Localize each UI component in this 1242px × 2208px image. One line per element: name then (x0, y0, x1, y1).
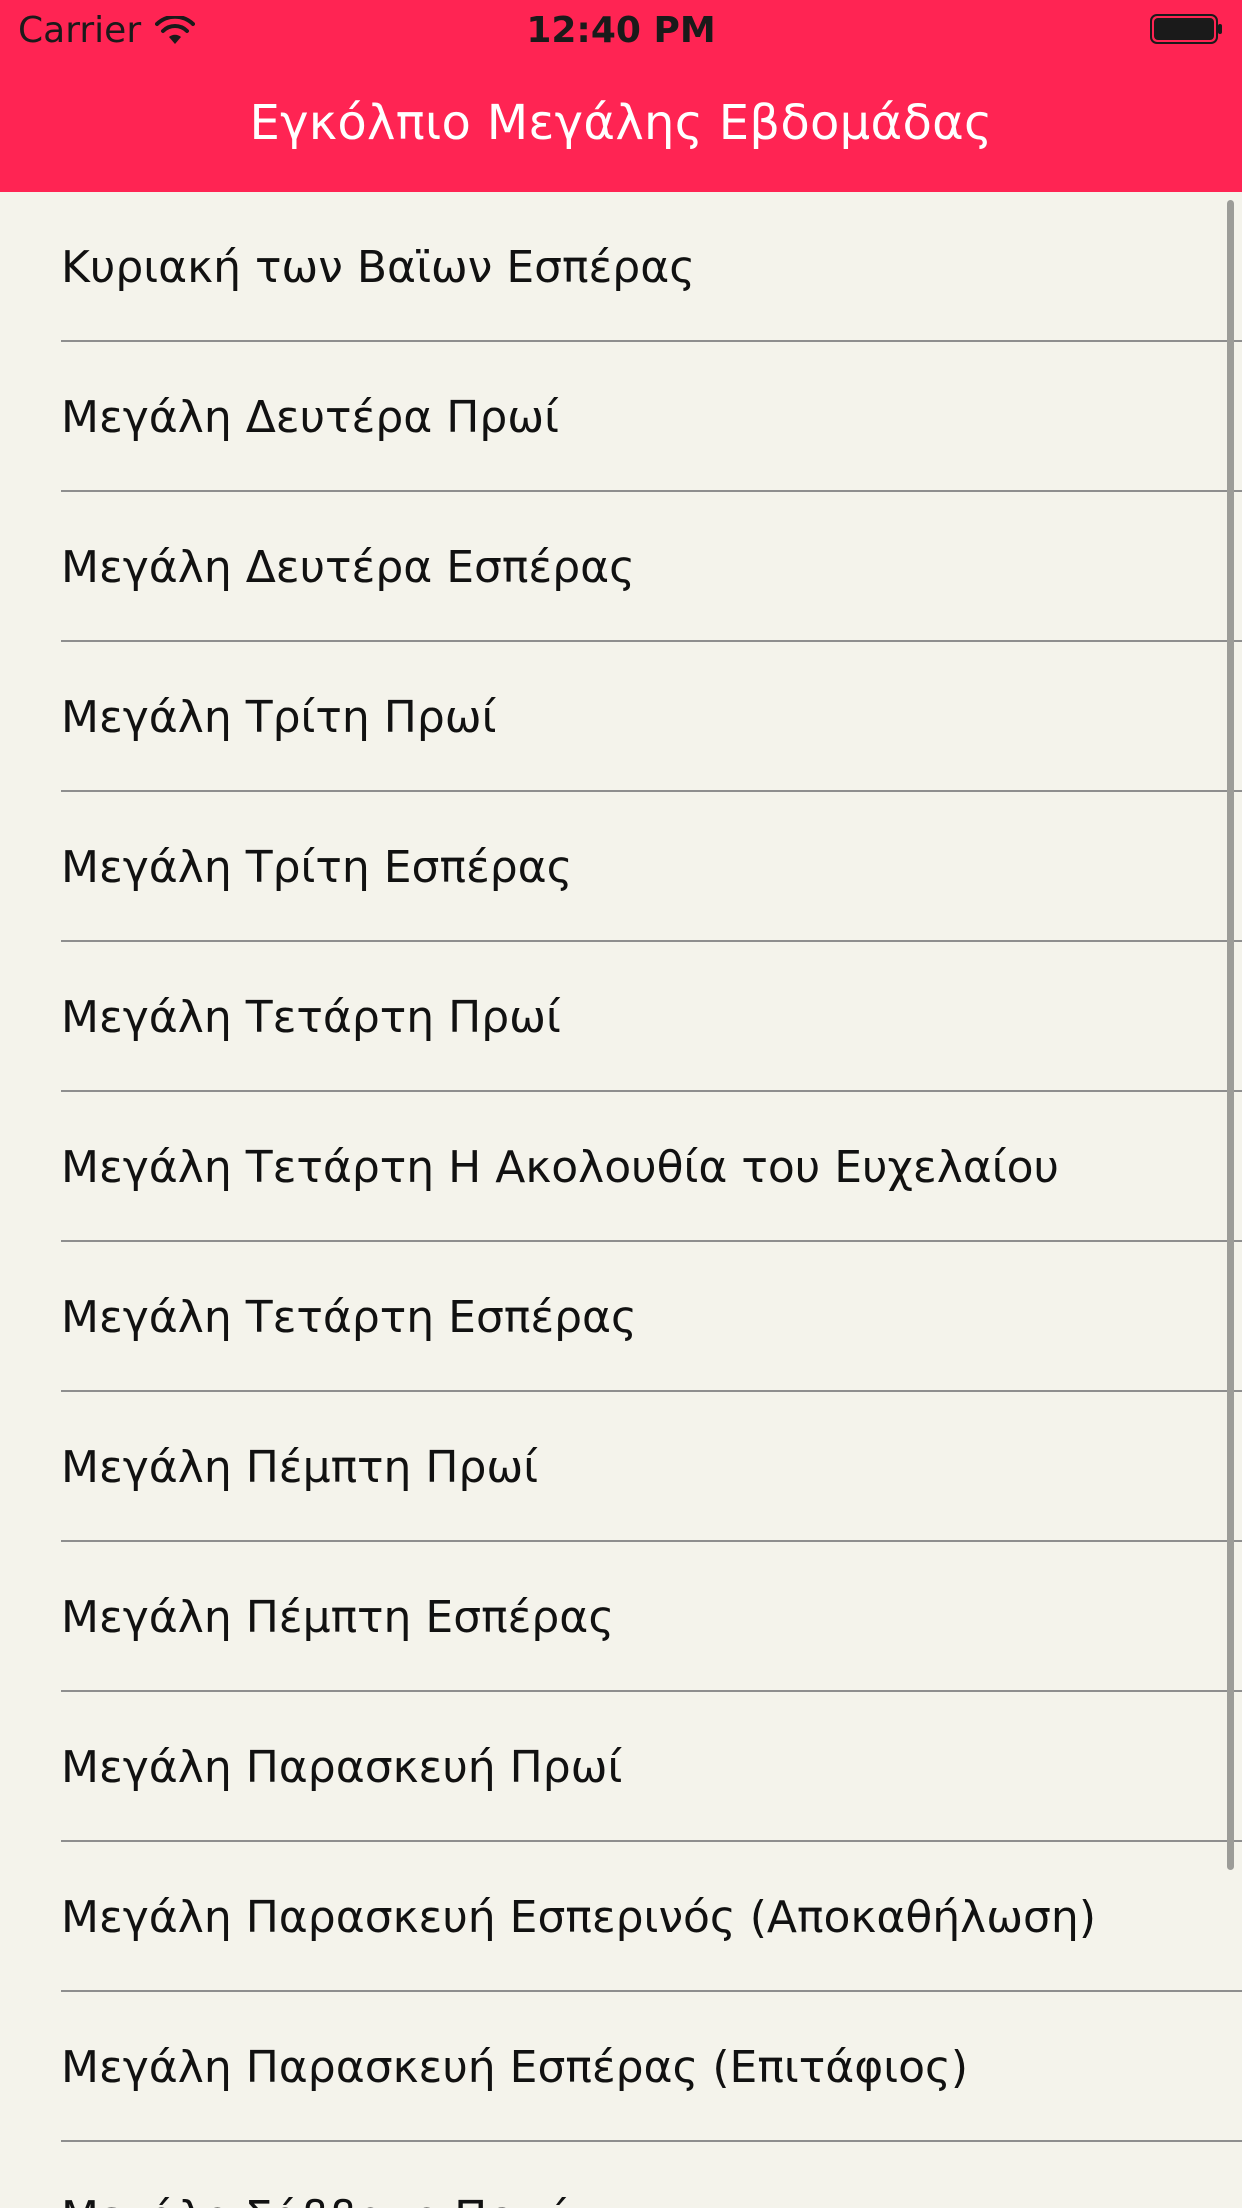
list-item[interactable]: Μεγάλη Τετάρτη Η Ακολουθία του Ευχελαίου (0, 1092, 1242, 1242)
list-item[interactable]: Κυριακή των Βαϊων Εσπέρας (0, 192, 1242, 342)
list-item[interactable]: Μεγάλη Τρίτη Πρωί (0, 642, 1242, 792)
scrollbar[interactable] (1227, 200, 1234, 1870)
list-item[interactable]: Μεγάλη Τετάρτη Εσπέρας (0, 1242, 1242, 1392)
list-item-label: Μεγάλη Τρίτη Εσπέρας (61, 841, 573, 893)
list-item-label: Μεγάλη Τετάρτη Πρωί (61, 991, 561, 1043)
status-bar: Carrier 12:40 PM (0, 0, 1242, 60)
list-item[interactable]: Μεγάλο Σάββατο Πρωί (0, 2142, 1242, 2208)
services-list[interactable]: Κυριακή των Βαϊων Εσπέρας Μεγάλη Δευτέρα… (0, 192, 1242, 2208)
list-item-label: Μεγάλη Δευτέρα Πρωί (61, 391, 559, 443)
list-item[interactable]: Μεγάλη Παρασκευή Εσπέρας (Επιτάφιος) (0, 1992, 1242, 2142)
list-item-label: Μεγάλη Πέμπτη Εσπέρας (61, 1591, 615, 1643)
battery-icon (1150, 14, 1222, 44)
list-item-label: Κυριακή των Βαϊων Εσπέρας (61, 241, 696, 293)
list-item[interactable]: Μεγάλη Τετάρτη Πρωί (0, 942, 1242, 1092)
list-item[interactable]: Μεγάλη Πέμπτη Πρωί (0, 1392, 1242, 1542)
list-item-label: Μεγάλη Παρασκευή Εσπερινός (Αποκαθήλωση) (61, 1891, 1096, 1943)
status-time: 12:40 PM (526, 10, 716, 51)
list-item[interactable]: Μεγάλη Παρασκευή Εσπερινός (Αποκαθήλωση) (0, 1842, 1242, 1992)
list-item[interactable]: Μεγάλη Τρίτη Εσπέρας (0, 792, 1242, 942)
nav-title: Εγκόλπιο Μεγάλης Εβδομάδας (249, 95, 993, 151)
navigation-bar: Carrier 12:40 PM Εγκόλπιο Μεγάλης Εβδομά… (0, 0, 1242, 192)
list-item-label: Μεγάλη Παρασκευή Εσπέρας (Επιτάφιος) (61, 2041, 969, 2093)
list-item-label: Μεγάλη Τρίτη Πρωί (61, 691, 497, 743)
list-item[interactable]: Μεγάλη Δευτέρα Πρωί (0, 342, 1242, 492)
list-item-label: Μεγάλη Τετάρτη Η Ακολουθία του Ευχελαίου (61, 1141, 1060, 1193)
list-item[interactable]: Μεγάλη Δευτέρα Εσπέρας (0, 492, 1242, 642)
list-item-label: Μεγάλη Δευτέρα Εσπέρας (61, 541, 635, 593)
list-item-label: Μεγάλη Τετάρτη Εσπέρας (61, 1291, 637, 1343)
list-item[interactable]: Μεγάλη Πέμπτη Εσπέρας (0, 1542, 1242, 1692)
list-item-label: Μεγάλη Παρασκευή Πρωί (61, 1741, 623, 1793)
list-item-label: Μεγάλη Πέμπτη Πρωί (61, 1441, 539, 1493)
list-item[interactable]: Μεγάλη Παρασκευή Πρωί (0, 1692, 1242, 1842)
list-item-label: Μεγάλο Σάββατο Πρωί (61, 2192, 567, 2208)
